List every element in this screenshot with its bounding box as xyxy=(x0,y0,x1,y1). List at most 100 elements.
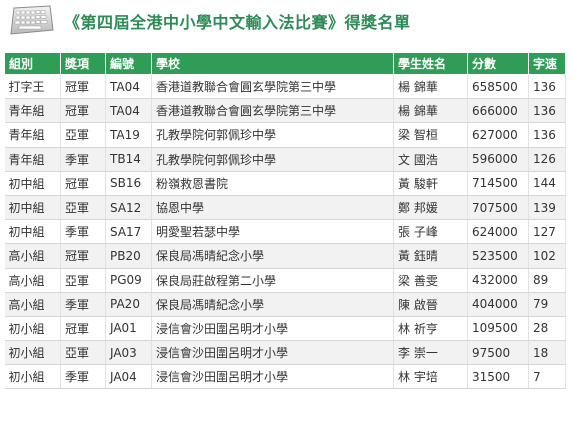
cell-score: 714500 xyxy=(467,170,529,196)
cell-school: 粉嶺救恩書院 xyxy=(151,170,394,196)
cell-award: 冠軍 xyxy=(60,73,106,100)
cell-number: PG09 xyxy=(105,267,152,293)
cell-award: 季軍 xyxy=(60,219,106,245)
col-header-school: 學校 xyxy=(151,52,394,75)
cell-group: 高小組 xyxy=(4,267,61,293)
col-header-score: 分數 xyxy=(467,52,529,75)
cell-score: 404000 xyxy=(467,291,529,317)
page-header: 《第四屆全港中小學中文輸入法比賽》得獎名單 xyxy=(0,0,575,44)
cell-award: 季軍 xyxy=(60,291,106,317)
cell-score: 31500 xyxy=(467,364,529,390)
cell-number: TA04 xyxy=(105,98,152,124)
cell-group: 初中組 xyxy=(4,170,61,196)
table-row: 初中組 亞軍 SA12 協恩中學鄭 邦媛 707500 139 xyxy=(4,194,566,221)
table-row: 初小組 亞軍 JA03 浸信會沙田圍呂明才小學李 崇一 97500 18 xyxy=(4,340,566,366)
cell-group: 初中組 xyxy=(4,219,61,245)
cell-award: 冠軍 xyxy=(60,170,106,196)
table-header-row: 組別 獎項 編號 學校 學生姓名 分數 字速 xyxy=(4,52,566,75)
cell-award: 亞軍 xyxy=(60,340,106,366)
cell-speed: 102 xyxy=(528,243,566,269)
cell-school: 浸信會沙田圍呂明才小學 xyxy=(151,315,394,342)
cell-student: 梁 善雯 xyxy=(393,267,468,293)
cell-number: JA01 xyxy=(105,315,152,342)
table-row: 高小組 冠軍 PB20 保良局馮晴紀念小學黃 鈺晴 523500 102 xyxy=(4,243,566,269)
cell-speed: 136 xyxy=(528,122,566,148)
cell-group: 初小組 xyxy=(4,364,61,390)
cell-group: 高小組 xyxy=(4,243,61,269)
page-title: 《第四屆全港中小學中文輸入法比賽》得獎名單 xyxy=(64,13,411,32)
cell-school: 保良局莊啟程第二小學 xyxy=(151,267,394,293)
cell-group: 初小組 xyxy=(4,340,61,366)
col-header-speed: 字速 xyxy=(528,52,566,75)
cell-score: 109500 xyxy=(467,315,529,342)
cell-score: 624000 xyxy=(467,219,529,245)
cell-student: 陳 啟晉 xyxy=(393,291,468,317)
cell-student: 黃 駿軒 xyxy=(393,170,468,196)
cell-group: 青年組 xyxy=(4,98,61,124)
cell-score: 627000 xyxy=(467,122,529,148)
table-row: 打字王 冠軍 TA04 香港道教聯合會圓玄學院第三中學楊 錦華 658500 136 xyxy=(4,73,566,100)
cell-number: SA12 xyxy=(105,194,152,221)
cell-award: 季軍 xyxy=(60,146,106,172)
cell-group: 初小組 xyxy=(4,315,61,342)
cell-number: PA20 xyxy=(105,291,152,317)
cell-score: 432000 xyxy=(467,267,529,293)
cell-group: 高小組 xyxy=(4,291,61,317)
cell-school: 孔教學院何郭佩珍中學 xyxy=(151,146,394,172)
cell-student: 黃 鈺晴 xyxy=(393,243,468,269)
cell-student: 楊 錦華 xyxy=(393,73,468,100)
cell-school: 香港道教聯合會圓玄學院第三中學 xyxy=(151,98,394,124)
cell-award: 季軍 xyxy=(60,364,106,390)
cell-number: PB20 xyxy=(105,243,152,269)
cell-award: 亞軍 xyxy=(60,122,106,148)
cell-award: 亞軍 xyxy=(60,267,106,293)
cell-group: 初中組 xyxy=(4,194,61,221)
table-row: 青年組 季軍 TB14 孔教學院何郭佩珍中學文 國浩 596000 126 xyxy=(4,146,566,172)
col-header-number: 編號 xyxy=(105,52,152,75)
cell-school: 香港道教聯合會圓玄學院第三中學 xyxy=(151,73,394,100)
cell-score: 666000 xyxy=(467,98,529,124)
cell-group: 青年組 xyxy=(4,146,61,172)
table-row: 高小組 季軍 PA20 保良局馮晴紀念小學陳 啟晉 404000 79 xyxy=(4,291,566,317)
table-row: 初中組 冠軍 SB16 粉嶺救恩書院黃 駿軒 714500 144 xyxy=(4,170,566,196)
table-row: 青年組 冠軍 TA04 香港道教聯合會圓玄學院第三中學楊 錦華 666000 136 xyxy=(4,98,566,124)
cell-speed: 136 xyxy=(528,73,566,100)
cell-award: 冠軍 xyxy=(60,315,106,342)
cell-speed: 144 xyxy=(528,170,566,196)
cell-speed: 127 xyxy=(528,219,566,245)
cell-school: 孔教學院何郭佩珍中學 xyxy=(151,122,394,148)
cell-student: 林 祈亨 xyxy=(393,315,468,342)
cell-school: 保良局馮晴紀念小學 xyxy=(151,291,394,317)
cell-student: 張 子峰 xyxy=(393,219,468,245)
cell-score: 97500 xyxy=(467,340,529,366)
cell-number: TA04 xyxy=(105,73,152,100)
cell-number: SA17 xyxy=(105,219,152,245)
cell-school: 浸信會沙田圍呂明才小學 xyxy=(151,340,394,366)
cell-speed: 79 xyxy=(528,291,566,317)
cell-group: 打字王 xyxy=(4,73,61,100)
cell-award: 冠軍 xyxy=(60,243,106,269)
table-row: 初小組 季軍 JA04 浸信會沙田圍呂明才小學林 宇培 31500 7 xyxy=(4,364,566,390)
cell-student: 鄭 邦媛 xyxy=(393,194,468,221)
cell-number: TB14 xyxy=(105,146,152,172)
cell-speed: 28 xyxy=(528,315,566,342)
col-header-award: 獎項 xyxy=(60,52,106,75)
cell-student: 梁 智桓 xyxy=(393,122,468,148)
cell-student: 文 國浩 xyxy=(393,146,468,172)
col-header-group: 組別 xyxy=(4,52,61,75)
cell-score: 658500 xyxy=(467,73,529,100)
table-row: 高小組 亞軍 PG09 保良局莊啟程第二小學梁 善雯 432000 89 xyxy=(4,267,566,293)
cell-school: 保良局馮晴紀念小學 xyxy=(151,243,394,269)
col-header-student: 學生姓名 xyxy=(393,52,468,75)
keyboard-icon xyxy=(10,5,54,35)
cell-speed: 7 xyxy=(528,364,566,390)
cell-speed: 126 xyxy=(528,146,566,172)
table-row: 初小組 冠軍 JA01 浸信會沙田圍呂明才小學林 祈亨 109500 28 xyxy=(4,315,566,342)
cell-score: 707500 xyxy=(467,194,529,221)
cell-speed: 89 xyxy=(528,267,566,293)
cell-number: JA03 xyxy=(105,340,152,366)
cell-school: 協恩中學 xyxy=(151,194,394,221)
cell-student: 李 崇一 xyxy=(393,340,468,366)
cell-speed: 18 xyxy=(528,340,566,366)
cell-student: 楊 錦華 xyxy=(393,98,468,124)
